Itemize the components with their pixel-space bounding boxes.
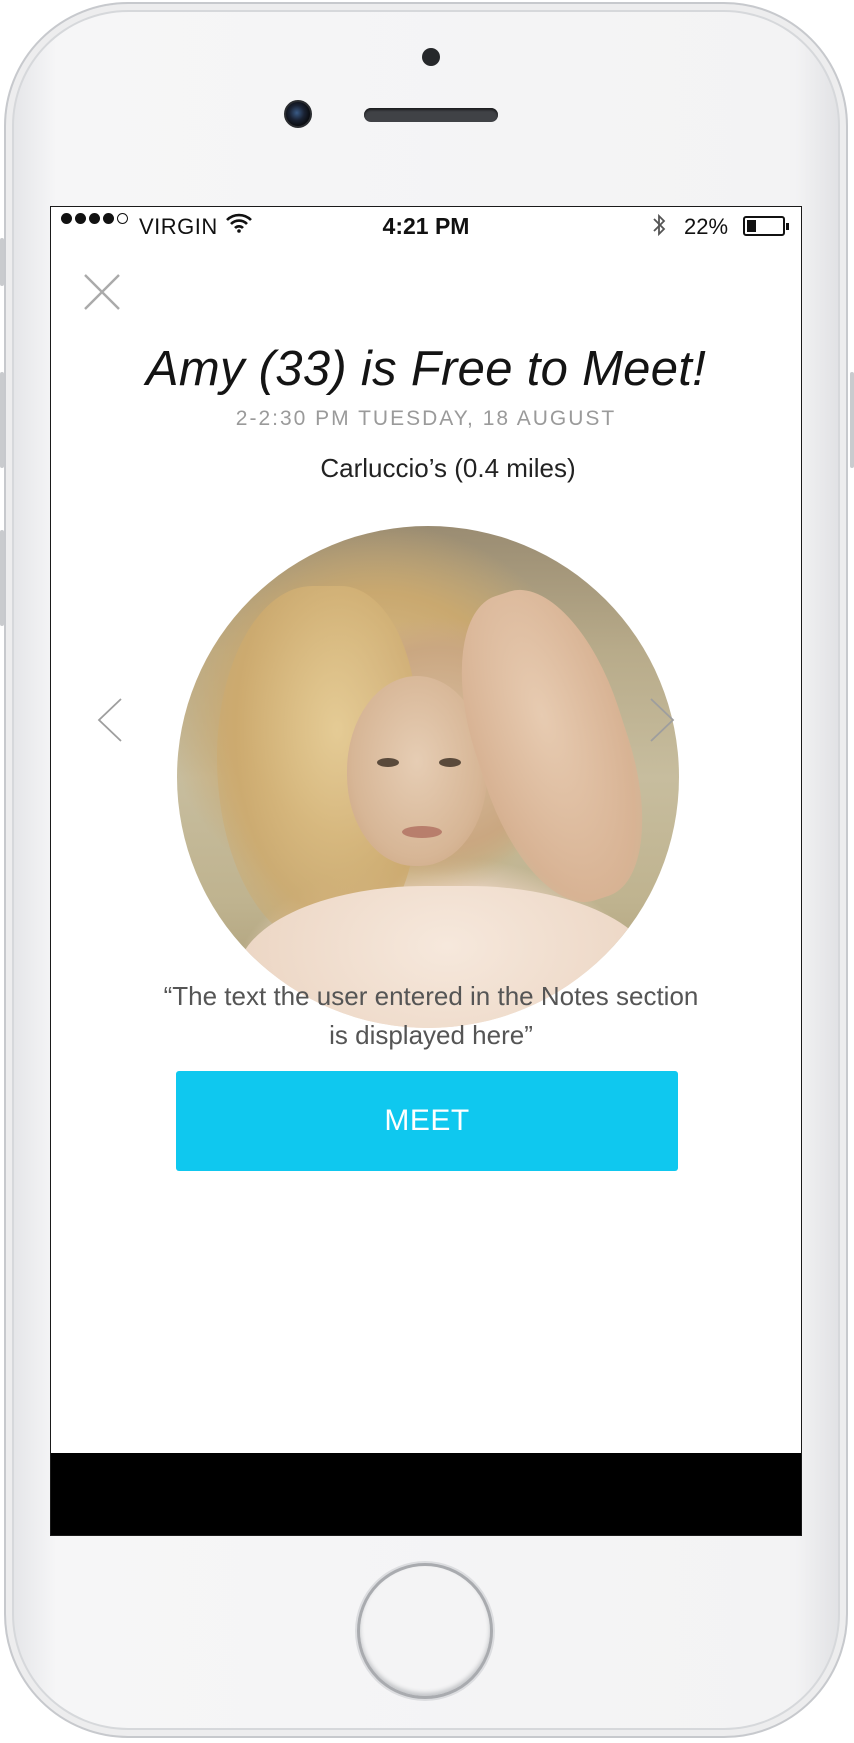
bluetooth-icon xyxy=(651,212,667,244)
earpiece-speaker xyxy=(364,108,498,122)
chevron-left-icon[interactable] xyxy=(97,697,123,743)
home-button[interactable] xyxy=(357,1563,493,1699)
mute-switch xyxy=(0,238,4,286)
volume-up-button xyxy=(0,372,4,468)
bottom-bar xyxy=(51,1453,801,1535)
meet-button[interactable]: MEET xyxy=(176,1071,678,1171)
meeting-time: 2-2:30 PM TUESDAY, 18 AUGUST xyxy=(235,407,617,430)
front-camera xyxy=(284,100,312,128)
status-bar: VIRGIN 4:21 PM 22% xyxy=(51,207,801,243)
page-title: Amy (33) is Free to Meet! xyxy=(145,342,707,396)
battery-percent: 22% xyxy=(684,214,729,239)
chevron-right-icon[interactable] xyxy=(649,697,675,743)
proximity-sensor xyxy=(422,48,440,66)
close-icon[interactable] xyxy=(81,271,123,313)
profile-photo xyxy=(177,526,679,1028)
volume-down-button xyxy=(0,530,4,626)
profile-notes: “The text the user entered in the Notes … xyxy=(163,981,699,1050)
battery-icon xyxy=(743,216,789,236)
app-screen: VIRGIN 4:21 PM 22% Amy (33) is Free to M… xyxy=(50,206,802,1536)
power-button xyxy=(850,372,854,468)
meeting-venue: Carluccio’s (0.4 miles) xyxy=(320,453,576,483)
